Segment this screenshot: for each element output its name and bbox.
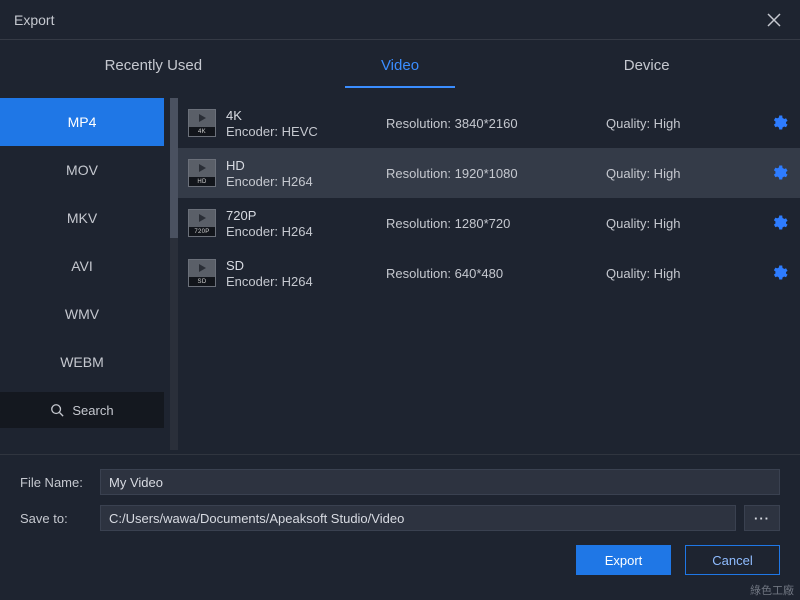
preset-quality: Quality: High: [586, 266, 770, 281]
preset-quality: Quality: High: [586, 116, 770, 131]
preset-thumb-icon: SD: [188, 259, 216, 287]
preset-name: SD: [226, 258, 386, 273]
window-title: Export: [14, 12, 54, 28]
preset-thumb-icon: 720P: [188, 209, 216, 237]
gear-icon[interactable]: [770, 214, 788, 232]
format-mkv[interactable]: MKV: [0, 194, 164, 242]
preset-name: 4K: [226, 108, 386, 123]
close-button[interactable]: [766, 12, 782, 28]
preset-encoder: Encoder: HEVC: [226, 124, 386, 139]
tab-video[interactable]: Video: [277, 40, 524, 90]
preset-resolution: Resolution: 640*480: [386, 266, 586, 281]
scrollbar-thumb[interactable]: [170, 98, 178, 238]
save-to-input[interactable]: [100, 505, 736, 531]
search-input[interactable]: Search: [0, 392, 164, 428]
search-label: Search: [72, 403, 113, 418]
format-avi[interactable]: AVI: [0, 242, 164, 290]
cancel-button[interactable]: Cancel: [685, 545, 780, 575]
preset-encoder: Encoder: H264: [226, 274, 386, 289]
preset-resolution: Resolution: 1280*720: [386, 216, 586, 231]
preset-resolution: Resolution: 1920*1080: [386, 166, 586, 181]
gear-icon[interactable]: [770, 164, 788, 182]
search-icon: [50, 403, 64, 417]
watermark: 綠色工廠: [750, 582, 794, 598]
preset-row[interactable]: 720P720PEncoder: H264Resolution: 1280*72…: [178, 198, 800, 248]
sidebar-scrollbar[interactable]: [170, 98, 178, 450]
gear-icon[interactable]: [770, 264, 788, 282]
preset-thumb-icon: 4K: [188, 109, 216, 137]
save-to-label: Save to:: [20, 511, 92, 526]
file-name-input[interactable]: [100, 469, 780, 495]
format-webm[interactable]: WEBM: [0, 338, 164, 386]
preset-encoder: Encoder: H264: [226, 224, 386, 239]
preset-row[interactable]: SDSDEncoder: H264Resolution: 640*480Qual…: [178, 248, 800, 298]
preset-row[interactable]: 4K4KEncoder: HEVCResolution: 3840*2160Qu…: [178, 98, 800, 148]
gear-icon[interactable]: [770, 114, 788, 132]
format-sidebar: MP4 MOV MKV AVI WMV WEBM Search: [0, 90, 170, 450]
tab-recently-used[interactable]: Recently Used: [30, 40, 277, 90]
format-mov[interactable]: MOV: [0, 146, 164, 194]
file-name-label: File Name:: [20, 475, 92, 490]
preset-row[interactable]: HDHDEncoder: H264Resolution: 1920*1080Qu…: [178, 148, 800, 198]
format-mp4[interactable]: MP4: [0, 98, 164, 146]
preset-list: 4K4KEncoder: HEVCResolution: 3840*2160Qu…: [178, 90, 800, 450]
export-button[interactable]: Export: [576, 545, 671, 575]
browse-button[interactable]: ···: [744, 505, 780, 531]
preset-resolution: Resolution: 3840*2160: [386, 116, 586, 131]
category-tabs: Recently Used Video Device: [0, 40, 800, 90]
preset-encoder: Encoder: H264: [226, 174, 386, 189]
preset-name: 720P: [226, 208, 386, 223]
preset-quality: Quality: High: [586, 166, 770, 181]
preset-quality: Quality: High: [586, 216, 770, 231]
preset-name: HD: [226, 158, 386, 173]
preset-thumb-icon: HD: [188, 159, 216, 187]
tab-device[interactable]: Device: [523, 40, 770, 90]
format-wmv[interactable]: WMV: [0, 290, 164, 338]
